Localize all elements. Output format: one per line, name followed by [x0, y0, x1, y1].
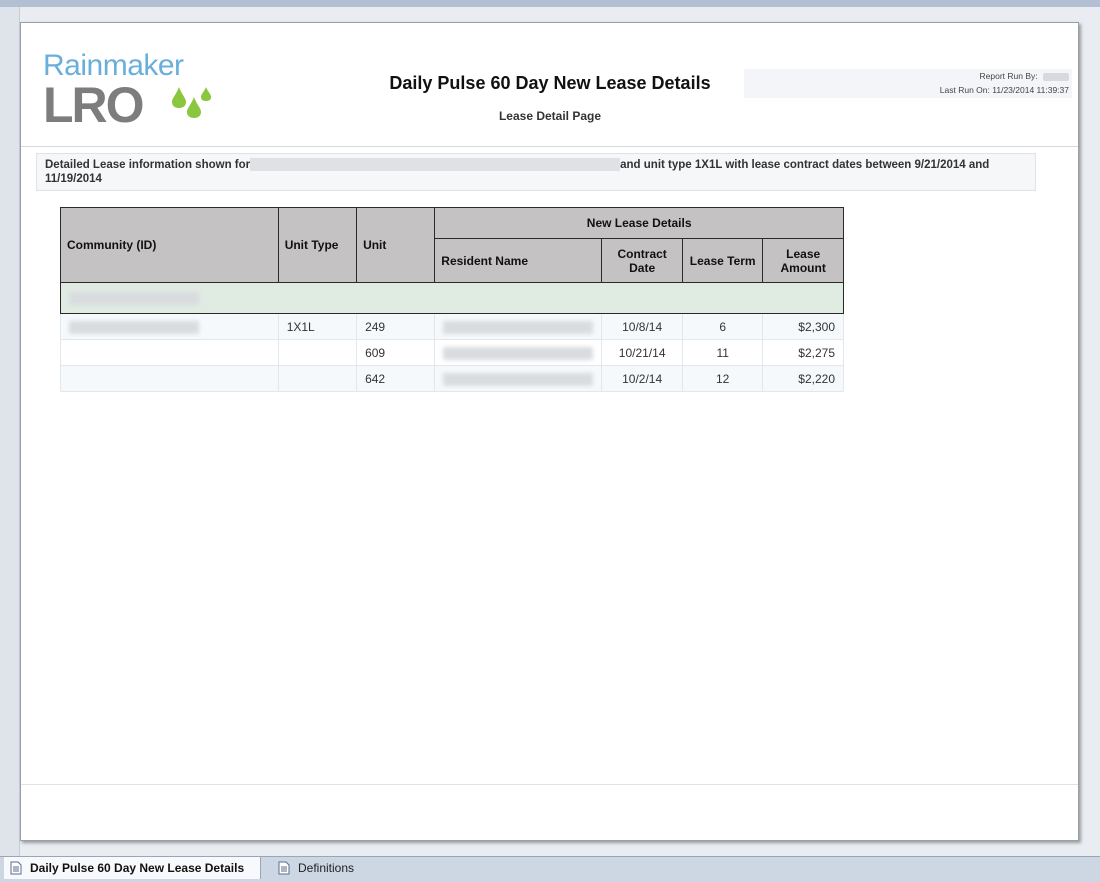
table-row: 1X1L 249 10/8/14 6 $2,300: [60, 313, 844, 340]
document-icon: [278, 861, 290, 875]
unit-type-cell: [277, 365, 358, 392]
community-cell: [60, 313, 279, 340]
lease-term-cell: 12: [681, 365, 764, 392]
last-run-value: 11/23/2014 11:39:37: [992, 85, 1069, 95]
tab-label: Daily Pulse 60 Day New Lease Details: [30, 861, 245, 875]
sheet-tab-bar: Daily Pulse 60 Day New Lease Details Def…: [0, 856, 1100, 882]
header-resident-name: Resident Name: [434, 238, 603, 283]
header-contract-date: Contract Date: [601, 238, 683, 283]
logo-wordmark-bottom: LRO: [43, 77, 145, 133]
lease-info-text: Detailed Lease information shown for and …: [36, 153, 1036, 191]
header-unit: Unit: [356, 207, 436, 283]
redacted-resident: [443, 346, 594, 360]
lease-amount-cell: $2,220: [762, 365, 844, 392]
unit-cell: 249: [356, 313, 436, 340]
lease-term-cell: 6: [681, 313, 764, 340]
report-page: Rainmaker LRO Daily Pulse 60 Day New Lea…: [20, 22, 1079, 841]
unit-type-cell: 1X1L: [277, 313, 358, 340]
page-footer-divider: [21, 784, 1078, 785]
redacted-resident: [443, 372, 594, 386]
tab-definitions[interactable]: Definitions: [272, 857, 418, 879]
header-lease-amount: Lease Amount: [762, 238, 844, 283]
contract-date-cell: 10/8/14: [601, 313, 683, 340]
group-cell: [60, 282, 844, 314]
resident-cell: [434, 339, 603, 366]
community-group-row: [60, 282, 844, 314]
redacted-resident: [443, 320, 594, 334]
tab-label: Definitions: [298, 861, 355, 875]
community-cell: [60, 339, 279, 366]
table-row: 642 10/2/14 12 $2,220: [60, 365, 844, 392]
resident-cell: [434, 365, 603, 392]
lease-amount-cell: $2,275: [762, 339, 844, 366]
lease-term-cell: 11: [681, 339, 764, 366]
contract-date-cell: 10/21/14: [601, 339, 683, 366]
redacted-community-id: [69, 320, 199, 334]
report-title: Daily Pulse 60 Day New Lease Details: [389, 73, 711, 93]
rainmaker-lro-logo: Rainmaker LRO: [43, 51, 213, 131]
document-icon: [10, 861, 22, 875]
run-info: Report Run By: Last Run On: 11/23/2014 1…: [744, 69, 1072, 98]
header-unit-type: Unit Type: [277, 207, 358, 283]
lease-amount-cell: $2,300: [762, 313, 844, 340]
run-by-label: Report Run By:: [979, 71, 1038, 81]
table-row: 609 10/21/14 11 $2,275: [60, 339, 844, 366]
info-prefix: Detailed Lease information shown for: [45, 159, 251, 171]
redacted-community-name: [69, 292, 199, 306]
report-header: Rainmaker LRO Daily Pulse 60 Day New Lea…: [21, 23, 1078, 147]
unit-cell: 642: [356, 365, 436, 392]
redacted-community: [250, 158, 621, 172]
redacted-user: [1043, 72, 1069, 81]
top-strip: [0, 0, 1100, 7]
left-rail: [0, 7, 20, 857]
header-community: Community (ID): [60, 207, 279, 283]
community-cell: [60, 365, 279, 392]
lease-table: Community (ID) Unit Type Unit New Lease …: [60, 207, 844, 392]
contract-date-cell: 10/2/14: [601, 365, 683, 392]
unit-type-cell: [277, 339, 358, 366]
header-lease-term: Lease Term: [681, 238, 764, 283]
resident-cell: [434, 313, 603, 340]
water-drops-icon: [172, 87, 211, 118]
report-subtitle: Lease Detail Page: [498, 109, 602, 123]
tab-daily-pulse[interactable]: Daily Pulse 60 Day New Lease Details: [4, 857, 261, 879]
header-new-lease-details: New Lease Details: [434, 207, 844, 239]
unit-cell: 609: [356, 339, 436, 366]
last-run-label: Last Run On:: [939, 85, 990, 95]
